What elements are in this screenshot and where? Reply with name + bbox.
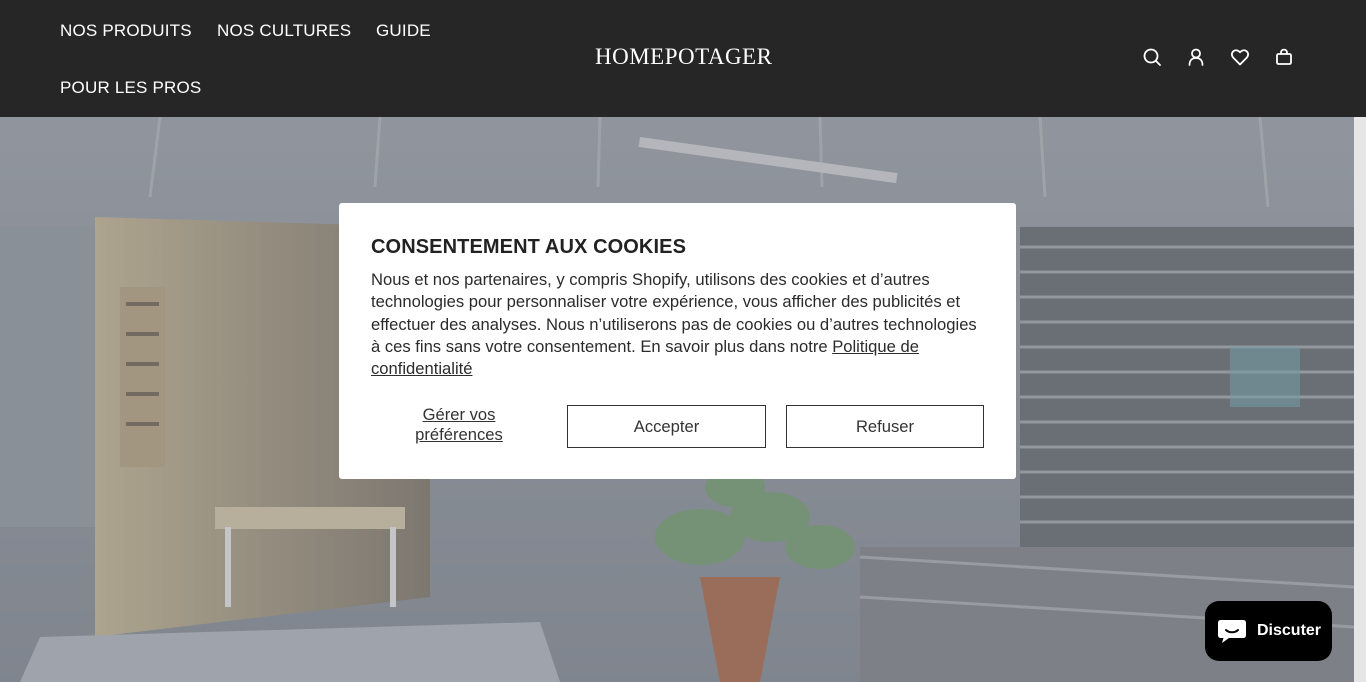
wishlist-icon[interactable] xyxy=(1229,46,1251,68)
nav-item-guide[interactable]: GUIDE xyxy=(376,21,431,41)
chat-bubble-icon xyxy=(1218,620,1246,643)
cookie-consent-modal: CONSENTEMENT AUX COOKIES Nous et nos par… xyxy=(339,203,1016,479)
cart-icon[interactable] xyxy=(1273,46,1295,68)
nav-item-nos-produits[interactable]: NOS PRODUITS xyxy=(60,21,192,41)
accept-button[interactable]: Accepter xyxy=(567,405,766,448)
search-icon[interactable] xyxy=(1141,46,1163,68)
account-icon[interactable] xyxy=(1185,46,1207,68)
cookie-modal-text: Nous et nos partenaires, y compris Shopi… xyxy=(371,269,985,380)
nav-item-pour-les-pros[interactable]: POUR LES PROS xyxy=(60,78,201,98)
site-logo[interactable]: HOMEPOTAGER xyxy=(595,44,772,70)
chat-button[interactable]: Discuter xyxy=(1205,601,1332,661)
site-header: NOS PRODUITS NOS CULTURES GUIDE POUR LES… xyxy=(0,0,1366,117)
refuse-button[interactable]: Refuser xyxy=(786,405,984,448)
nav-item-nos-cultures[interactable]: NOS CULTURES xyxy=(217,21,351,41)
page-scrollbar[interactable] xyxy=(1354,117,1366,682)
chat-label: Discuter xyxy=(1257,622,1322,639)
manage-preferences-link[interactable]: Gérer vos préférences xyxy=(379,405,539,445)
cookie-modal-title: CONSENTEMENT AUX COOKIES xyxy=(371,236,687,258)
